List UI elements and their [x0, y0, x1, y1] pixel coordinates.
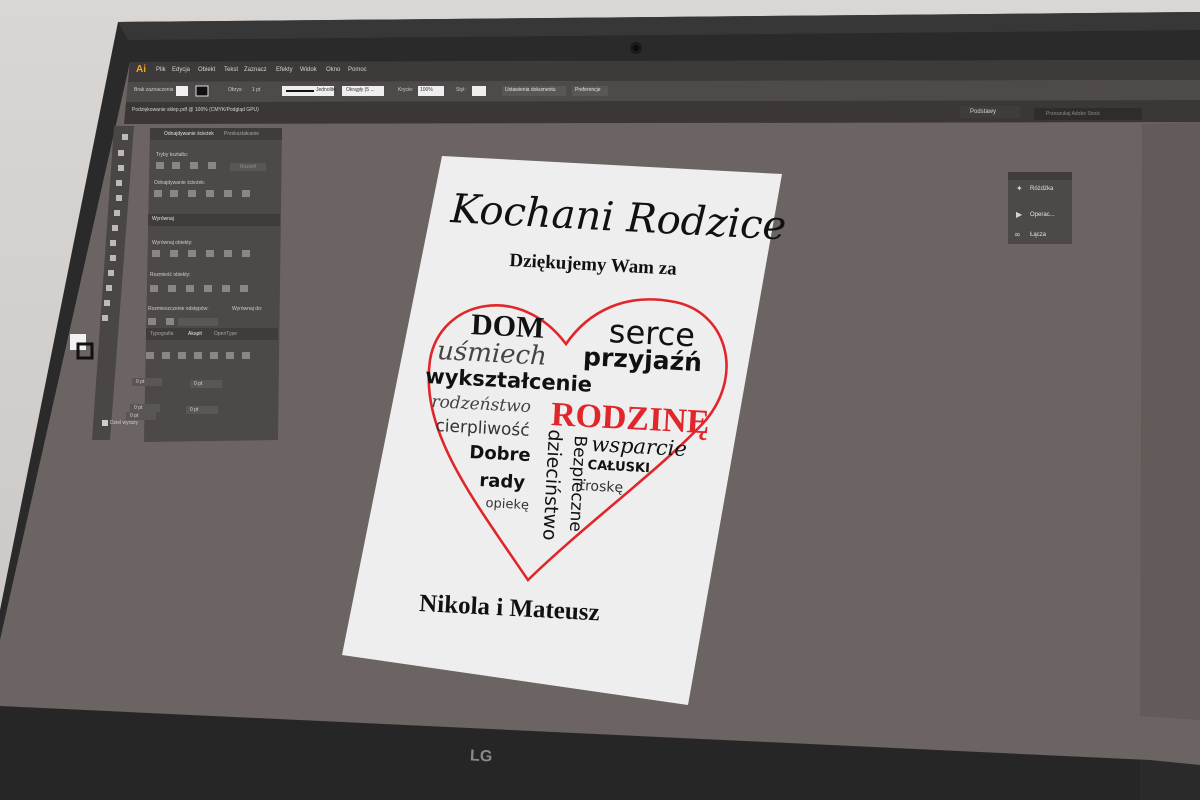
align-to-label: Wyrównaj do: [232, 306, 263, 312]
menu-item-type[interactable]: Tekst [224, 67, 238, 73]
play-icon: ▶ [1016, 210, 1023, 219]
document-setup-button[interactable]: Ustawienia dokumentu [505, 87, 556, 93]
shape-modes-label: Tryby kształtu: [156, 152, 189, 158]
document-tab[interactable]: Podziękowanie sklep.pdf @ 100% (CMYK/Pod… [132, 107, 259, 113]
align-objects-label: Wyrównaj obiekty: [152, 240, 193, 246]
tab-transform[interactable]: Przekształcanie [224, 131, 259, 137]
space-after-value[interactable]: 0 pt [130, 413, 138, 419]
menu-item-help[interactable]: Pomoc [348, 67, 367, 73]
space-before-value[interactable]: 0 pt [190, 407, 198, 413]
menu-item-window[interactable]: Okno [326, 67, 340, 73]
opacity-label: Krycie: [398, 87, 414, 93]
menu-item-file[interactable]: Plik [156, 67, 166, 73]
actions-item[interactable]: Operac... [1030, 212, 1055, 218]
stroke-label: Obrys: [228, 87, 243, 93]
word-caluski: CAŁUSKI [587, 458, 651, 477]
links-item[interactable]: Łącza [1030, 232, 1046, 238]
tab-character[interactable]: Typografia [150, 331, 173, 337]
distribute-objects-label: Rozmieść obiekty: [150, 272, 191, 278]
app-logo: Ai [136, 64, 146, 75]
word-rady: rady [478, 470, 526, 494]
link-icon: ∞ [1014, 230, 1021, 239]
expand-button[interactable]: Rozwiń [240, 164, 256, 170]
hyphenate-label: Dziel wyrazy [110, 420, 139, 426]
monitor: Ai Plik Edycja Obiekt Tekst Zaznacz Efek… [0, 0, 1200, 800]
pathfinders-label: Odnajdywanie ścieżek: [154, 180, 206, 186]
search-placeholder[interactable]: Przeszukaj Adobe Stock [1046, 111, 1100, 117]
word-opieke: opiekę [485, 496, 530, 514]
menu-item-object[interactable]: Obiekt [198, 67, 215, 73]
tab-pathfinder[interactable]: Odnajdywanie ścieżek [164, 131, 214, 137]
workspace-label[interactable]: Podstawy [970, 109, 996, 115]
hyphenate-checkbox [102, 420, 108, 426]
word-wsparcie: wsparcie [590, 432, 688, 461]
menu-item-effects[interactable]: Efekty [276, 67, 293, 73]
magic-wand-item[interactable]: Różdżka [1030, 186, 1053, 192]
stroke-style[interactable]: Jednolite [316, 87, 336, 93]
word-dobre: Dobre [468, 442, 532, 467]
tab-opentype[interactable]: OpenType [214, 331, 237, 337]
monitor-brand-logo: LG [469, 747, 493, 766]
menu-item-view[interactable]: Widok [300, 67, 317, 73]
indent-left-value[interactable]: 0 pt [136, 379, 144, 385]
wand-icon: ✦ [1016, 184, 1023, 193]
distribute-spacing-label: Rozmieszczenie odstępów: [148, 306, 209, 312]
brush-select[interactable]: Okrągły (5 ... [346, 87, 375, 93]
word-przyjazn: przyjaźń [582, 342, 703, 378]
indent-first-value[interactable]: 0 pt [134, 405, 142, 411]
no-selection-label: Brak zaznaczenia [134, 87, 174, 93]
tab-paragraph[interactable]: Akapit [188, 331, 202, 337]
opacity-value[interactable]: 100% [420, 87, 433, 93]
preferences-button[interactable]: Preferencje [575, 87, 601, 93]
stroke-value[interactable]: 1 pt [252, 87, 260, 93]
word-troske: troskę [579, 478, 624, 497]
menu-item-edit[interactable]: Edycja [172, 67, 190, 73]
style-label: Styl: [456, 87, 466, 93]
indent-right-value[interactable]: 0 pt [194, 381, 202, 387]
menu-item-select[interactable]: Zaznacz [244, 67, 267, 73]
align-title: Wyrównaj [152, 216, 174, 222]
